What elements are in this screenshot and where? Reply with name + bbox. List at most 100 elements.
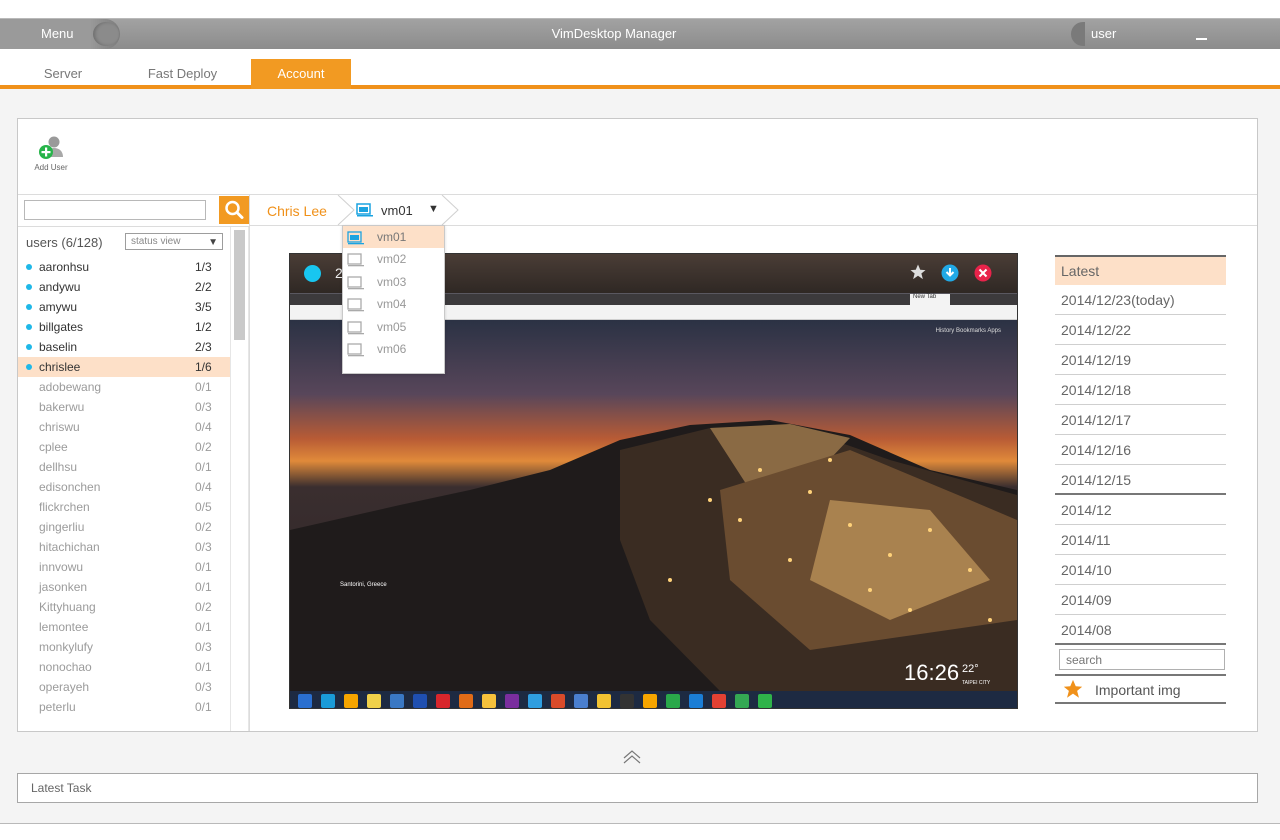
breadcrumb-user[interactable]: Chris Lee xyxy=(267,203,327,219)
user-list-scrollbar[interactable] xyxy=(230,227,249,731)
user-vm-count: 2/3 xyxy=(195,340,212,354)
taskbar-app-icon xyxy=(459,694,473,708)
user-name: monkylufy xyxy=(39,640,94,654)
app-window: Menu VimDesktop Manager user Server Fast… xyxy=(0,18,1280,824)
date-item[interactable]: 2014/12/17 xyxy=(1055,405,1226,435)
status-view-select[interactable]: status view ▼ xyxy=(125,233,223,250)
date-item[interactable]: 2014/12/15 xyxy=(1055,465,1226,495)
user-row-billgates[interactable]: billgates 1/2 xyxy=(18,317,230,337)
vm-option-vm06[interactable]: vm06 xyxy=(343,338,444,360)
user-row-bakerwu[interactable]: bakerwu 0/3 xyxy=(18,397,230,417)
date-item[interactable]: 2014/12/18 xyxy=(1055,375,1226,405)
user-row-innvowu[interactable]: innvowu 0/1 xyxy=(18,557,230,577)
date-item[interactable]: 2014/12/23(today) xyxy=(1055,285,1226,315)
monitor-icon xyxy=(347,253,364,267)
scrollbar-thumb[interactable] xyxy=(234,230,245,340)
user-row-chrislee[interactable]: chrislee 1/6 xyxy=(18,357,230,377)
minimize-icon[interactable] xyxy=(1192,23,1212,43)
user-row-baselin[interactable]: baselin 2/3 xyxy=(18,337,230,357)
app-title: VimDesktop Manager xyxy=(551,26,677,41)
user-name: hitachichan xyxy=(39,540,100,554)
download-icon[interactable] xyxy=(941,264,959,282)
user-name: baselin xyxy=(39,340,78,354)
user-vm-count: 0/2 xyxy=(195,600,212,614)
tab-fast-deploy[interactable]: Fast Deploy xyxy=(140,59,225,89)
vm-option-vm05[interactable]: vm05 xyxy=(343,316,444,338)
taskbar-app-icon xyxy=(620,694,634,708)
user-row-gingerliu[interactable]: gingerliu 0/2 xyxy=(18,517,230,537)
vm-option-vm02[interactable]: vm02 xyxy=(343,248,444,270)
date-item[interactable]: 2014/12/16 xyxy=(1055,435,1226,465)
chevron-down-icon: ▼ xyxy=(428,203,439,215)
user-row-nonochao[interactable]: nonochao 0/1 xyxy=(18,657,230,677)
taskbar-app-icon xyxy=(528,694,542,708)
date-item[interactable]: 2014/12 xyxy=(1055,495,1226,525)
date-list: 2014/12/23(today) 2014/12/22 2014/12/19 201… xyxy=(1055,285,1226,645)
online-status-icon xyxy=(26,304,32,310)
taskbar-app-icon xyxy=(666,694,680,708)
user-search-input[interactable] xyxy=(24,200,206,220)
taskbar-app-icon xyxy=(390,694,404,708)
user-vm-count: 0/5 xyxy=(195,500,212,514)
wallpaper-caption: Santorini, Greece xyxy=(340,582,387,588)
status-indicator-icon xyxy=(304,265,321,282)
user-row-monkylufy[interactable]: monkylufy 0/3 xyxy=(18,637,230,657)
date-item[interactable]: 2014/12/22 xyxy=(1055,315,1226,345)
user-row-hitachichan[interactable]: hitachichan 0/3 xyxy=(18,537,230,557)
user-row-edisonchen[interactable]: edisonchen 0/4 xyxy=(18,477,230,497)
add-user-button[interactable]: Add User xyxy=(28,135,74,179)
tab-account[interactable]: Account xyxy=(251,59,351,89)
important-img-button[interactable]: Important img xyxy=(1055,674,1226,704)
user-row-kittyhuang[interactable]: Kittyhuang 0/2 xyxy=(18,597,230,617)
user-row-operayeh[interactable]: operayeh 0/3 xyxy=(18,677,230,697)
date-item[interactable]: 2014/08 xyxy=(1055,615,1226,645)
user-row-jasonken[interactable]: jasonken 0/1 xyxy=(18,577,230,597)
weather-city: TAIPEI CITY xyxy=(962,680,991,686)
user-name: lemontee xyxy=(39,620,89,634)
user-name: gingerliu xyxy=(39,520,85,534)
user-row-chriswu[interactable]: chriswu 0/4 xyxy=(18,417,230,437)
vm-option-label: vm02 xyxy=(377,252,407,267)
user-count: users (6/128) xyxy=(26,235,103,250)
date-item[interactable]: 2014/09 xyxy=(1055,585,1226,615)
favorite-star-icon[interactable] xyxy=(909,263,927,281)
date-item[interactable]: 2014/10 xyxy=(1055,555,1226,585)
user-row-amywu[interactable]: amywu 3/5 xyxy=(18,297,230,317)
taskbar-app-icon xyxy=(758,694,772,708)
status-view-value: status view xyxy=(131,236,181,247)
breadcrumb-vm-select[interactable]: vm01 ▼ xyxy=(356,195,453,225)
user-name: bakerwu xyxy=(39,400,85,414)
user-row-cplee[interactable]: cplee 0/2 xyxy=(18,437,230,457)
date-search-input[interactable] xyxy=(1059,649,1225,670)
main-tab-bar: Server Fast Deploy Account xyxy=(0,49,1280,89)
date-item[interactable]: 2014/11 xyxy=(1055,525,1226,555)
user-row-peterlu[interactable]: peterlu 0/1 xyxy=(18,697,230,717)
user-vm-count: 0/3 xyxy=(195,640,212,654)
user-row-aaronhsu[interactable]: aaronhsu 1/3 xyxy=(18,257,230,277)
vm-option-label: vm04 xyxy=(377,297,407,312)
close-icon[interactable] xyxy=(974,264,992,282)
user-row-flickrchen[interactable]: flickrchen 0/5 xyxy=(18,497,230,517)
user-row-adobewang[interactable]: adobewang 0/1 xyxy=(18,377,230,397)
title-bar: Menu VimDesktop Manager user xyxy=(0,19,1280,49)
collapse-up-icon[interactable] xyxy=(622,749,642,765)
vm-option-vm01[interactable]: vm01 xyxy=(343,226,444,249)
vm-option-vm03[interactable]: vm03 xyxy=(343,271,444,293)
vm-option-vm04[interactable]: vm04 xyxy=(343,293,444,315)
user-row-lemontee[interactable]: lemontee 0/1 xyxy=(18,617,230,637)
user-name: chriswu xyxy=(39,420,80,434)
date-item[interactable]: 2014/12/19 xyxy=(1055,345,1226,375)
breadcrumb-vm-label: vm01 xyxy=(381,203,413,218)
user-vm-count: 2/2 xyxy=(195,280,212,294)
user-row-andywu[interactable]: andywu 2/2 xyxy=(18,277,230,297)
user-row-dellhsu[interactable]: dellhsu 0/1 xyxy=(18,457,230,477)
date-list-header: Latest xyxy=(1055,255,1226,285)
tab-server[interactable]: Server xyxy=(28,59,98,89)
user-list-header: users (6/128) status view ▼ xyxy=(18,227,230,257)
user-label: user xyxy=(1091,26,1117,41)
search-button[interactable] xyxy=(219,196,249,224)
user-name: innvowu xyxy=(39,560,84,574)
user-name: nonochao xyxy=(39,660,92,674)
user-name: Kittyhuang xyxy=(39,600,96,614)
latest-task-bar[interactable]: Latest Task xyxy=(17,773,1258,803)
